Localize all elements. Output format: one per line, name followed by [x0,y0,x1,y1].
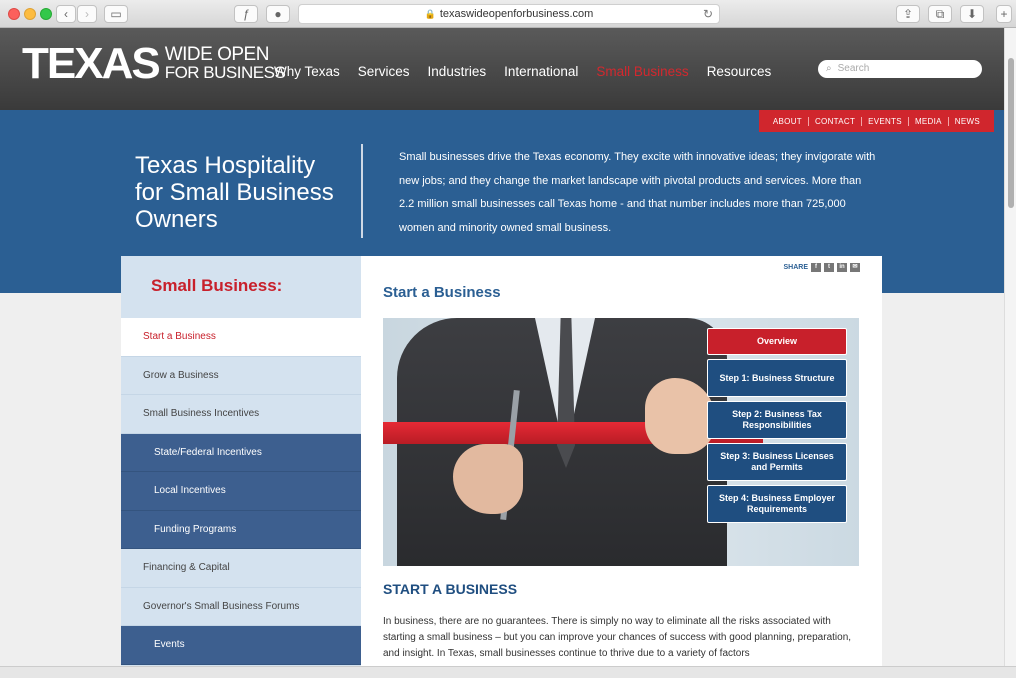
step-3-button[interactable]: Step 3: Business Licenses and Permits [707,443,847,481]
left-hand-illustration [453,444,523,514]
facebook-icon[interactable]: f [811,263,821,272]
main-content: SHARE f t in ✉ Start a Business Overview… [361,256,882,666]
vertical-scrollbar[interactable] [1004,28,1016,666]
body-paragraph: In business, there are no guarantees. Th… [383,616,852,659]
utility-link-contact[interactable]: CONTACT [809,116,863,126]
linkedin-icon[interactable]: in [837,263,847,272]
sidebar-item-funding-programs[interactable]: Funding Programs [121,510,361,549]
utility-link-about[interactable]: ABOUT [767,116,809,126]
sidebar-item-events[interactable]: Events [121,626,361,665]
close-window-button[interactable] [8,8,20,20]
reload-icon[interactable]: ↻ [703,5,713,23]
sidebar-item-governors-forums[interactable]: Governor's Small Business Forums [121,588,361,626]
address-bar[interactable]: 🔒 texaswideopenforbusiness.com ↻ [298,4,720,24]
utility-link-media[interactable]: MEDIA [909,116,949,126]
sidebar: Small Business: Start a Business Grow a … [121,256,361,666]
nav-services[interactable]: Services [358,64,410,79]
share-sheet-icon[interactable]: ⇪ [896,5,920,23]
scrollbar-thumb[interactable] [1008,58,1014,208]
forward-icon[interactable]: › [77,5,97,23]
page-viewport: TEXAS WIDE OPEN FOR BUSINESS Why Texas S… [0,28,1004,666]
share-bar: SHARE f t in ✉ [783,263,860,272]
sidebar-heading: Small Business: [151,276,283,295]
logo-tagline: WIDE OPEN FOR BUSINESS [164,44,286,82]
browser-toolbar: ‹ › ▭ ƒ ● 🔒 texaswideopenforbusiness.com … [0,0,1016,28]
hero-title: Texas Hospitality for Small Business Own… [135,152,334,233]
steps-menu: Overview Step 1: Business Structure Step… [707,328,847,523]
logo-tagline-line2: FOR BUSINESS [164,63,286,82]
downloads-icon[interactable]: ⬇ [960,5,984,23]
twitter-icon[interactable]: t [824,263,834,272]
extension-icon[interactable]: ƒ [234,5,258,23]
zoom-window-button[interactable] [40,8,52,20]
hero-divider [361,144,363,238]
email-icon[interactable]: ✉ [850,263,860,272]
sidebar-item-grow-a-business[interactable]: Grow a Business [121,357,361,395]
minimize-window-button[interactable] [24,8,36,20]
share-label: SHARE [783,264,808,271]
section-heading: START A BUSINESS [383,581,518,597]
url-text: texaswideopenforbusiness.com [439,8,594,20]
main-nav: Why Texas Services Industries Internatio… [274,64,789,79]
logo-tagline-line1: WIDE OPEN [164,44,270,65]
nav-resources[interactable]: Resources [707,64,772,79]
search-icon: ⌕ [826,63,832,74]
search-input[interactable]: ⌕ Search [818,60,982,78]
back-icon[interactable]: ‹ [56,5,76,23]
step-overview-button[interactable]: Overview [707,328,847,355]
ribbon-cutting-image: Overview Step 1: Business Structure Step… [383,318,859,566]
lock-icon: 🔒 [424,9,436,19]
new-tab-icon[interactable]: + [996,5,1012,23]
sidebar-toggle-icon[interactable]: ▭ [104,5,128,23]
step-2-button[interactable]: Step 2: Business Tax Responsibilities [707,401,847,439]
site-logo[interactable]: TEXAS WIDE OPEN FOR BUSINESS [22,39,286,88]
sidebar-item-state-federal-incentives[interactable]: State/Federal Incentives [121,433,361,472]
nav-small-business[interactable]: Small Business [596,64,688,79]
hero-description: Small businesses drive the Texas economy… [399,151,876,234]
nav-international[interactable]: International [504,64,578,79]
logo-wordmark: TEXAS [22,39,161,88]
sidebar-item-start-a-business[interactable]: Start a Business [121,318,361,357]
step-4-button[interactable]: Step 4: Business Employer Requirements [707,485,847,523]
utility-link-news[interactable]: NEWS [949,117,986,126]
site-header: TEXAS WIDE OPEN FOR BUSINESS Why Texas S… [0,28,1004,110]
status-bar [0,666,1016,678]
nav-industries[interactable]: Industries [428,64,487,79]
tabs-overview-icon[interactable]: ⧉ [928,5,952,23]
nav-why-texas[interactable]: Why Texas [274,64,340,79]
utility-link-events[interactable]: EVENTS [862,116,909,126]
sidebar-item-financing-capital[interactable]: Financing & Capital [121,549,361,588]
utility-nav: ABOUT CONTACT EVENTS MEDIA NEWS [758,110,994,132]
search-placeholder: Search [837,63,870,74]
page-title: Start a Business [383,284,501,301]
sidebar-item-small-business-incentives[interactable]: Small Business Incentives [121,395,361,434]
content-card: Small Business: Start a Business Grow a … [121,256,882,666]
sidebar-item-local-incentives[interactable]: Local Incentives [121,472,361,511]
step-1-button[interactable]: Step 1: Business Structure [707,359,847,397]
privacy-icon[interactable]: ● [266,5,290,23]
